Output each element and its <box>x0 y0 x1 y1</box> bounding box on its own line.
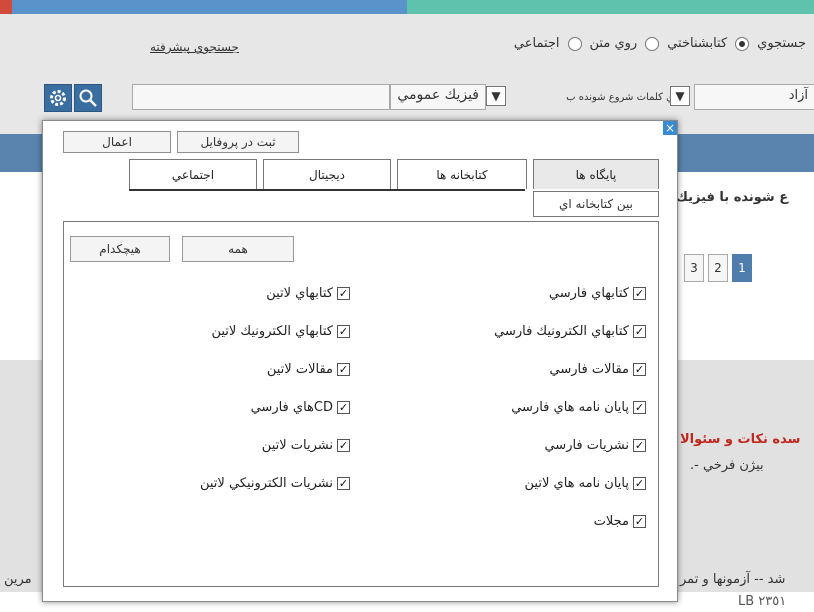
checkbox-checked[interactable]: ✓ <box>633 401 646 414</box>
checkbox-checked[interactable]: ✓ <box>633 477 646 490</box>
free-search-field[interactable]: آزاد <box>694 84 814 110</box>
tab-rail <box>129 189 525 191</box>
checkbox-item[interactable]: ✓ مقالات فارسي <box>550 362 646 377</box>
checkbox-label: CDهاي فارسي <box>250 400 333 415</box>
tab-databases[interactable]: پايگاه ها <box>533 159 659 189</box>
select-none-button[interactable]: هيچكدام <box>70 236 170 262</box>
checkbox-label: كتابهاي الكترونيك فارسي <box>494 324 629 339</box>
checkbox-label: مجلات <box>593 514 629 529</box>
radio-fulltext[interactable] <box>645 36 660 51</box>
checkbox-checked[interactable]: ✓ <box>633 363 646 376</box>
search-icon <box>79 89 97 107</box>
checkbox-item[interactable]: ✓ نشريات لاتين <box>262 438 350 453</box>
tab-libraries[interactable]: كتابخانه ها <box>397 159 527 189</box>
checkbox-label: پايان نامه هاي لاتين <box>524 476 629 491</box>
top-strip-blue <box>0 0 407 14</box>
database-list-panel: هيچكدام همه ✓ كتابهاي فارسي ✓ كتابهاي ال… <box>63 221 659 587</box>
checkbox-label: كتابهاي فارسي <box>548 286 629 301</box>
checkbox-item[interactable]: ✓ CDهاي فارسي <box>251 400 350 415</box>
checkbox-checked[interactable]: ✓ <box>337 363 350 376</box>
checkbox-item[interactable]: ✓ نشريات فارسي <box>544 438 646 453</box>
chevron-down-icon: ▼ <box>491 89 501 103</box>
apply-button[interactable]: اعمال <box>63 131 171 153</box>
checkbox-item[interactable]: ✓ كتابهاي الكترونيك لاتين <box>211 324 350 339</box>
result-subject-fragment-left: مرين <box>4 572 32 587</box>
search-type-radios: جستجوي كتابشناختي روي متن اجتماعي <box>514 36 806 51</box>
call-number: LB ٢٣٥١ <box>738 594 787 609</box>
checkbox-checked[interactable]: ✓ <box>633 439 646 452</box>
save-to-profile-button[interactable]: ثبت در پروفايل <box>177 131 299 153</box>
query-input[interactable] <box>132 84 390 110</box>
radio-bibliographic[interactable] <box>735 36 750 51</box>
corner-accent <box>0 0 12 14</box>
checkbox-item[interactable]: ✓ پايان نامه هاي فارسي <box>511 400 646 415</box>
checkbox-item[interactable]: ✓ كتابهاي لاتين <box>266 286 350 301</box>
checkbox-item[interactable]: ✓ كتابهاي الكترونيك فارسي <box>494 324 646 339</box>
checkbox-item[interactable]: ✓ مقالات لاتين <box>267 362 350 377</box>
page-3[interactable]: 3 <box>684 254 704 282</box>
page-1[interactable]: 1 <box>732 254 752 282</box>
radio-fulltext-label: روي متن <box>589 36 638 51</box>
checkbox-checked[interactable]: ✓ <box>633 325 646 338</box>
settings-button[interactable] <box>44 84 72 112</box>
term-input[interactable]: فيزيك عمومي <box>390 84 486 110</box>
checkbox-label: نشريات فارسي <box>544 438 629 453</box>
checkbox-checked[interactable]: ✓ <box>337 287 350 300</box>
result-author-fragment: بيژن فرخي -. <box>690 458 764 473</box>
checkbox-item[interactable]: ✓ كتابهاي فارسي <box>549 286 646 301</box>
top-strip-green <box>407 0 814 14</box>
search-field-row: فيزيك عمومي ▼ حاوي كلمات شروع شونده ب ▼ … <box>44 84 814 112</box>
gear-icon <box>50 90 66 106</box>
close-icon[interactable]: × <box>663 121 677 135</box>
tab-digital[interactable]: ديجيتال <box>263 159 391 189</box>
select-all-button[interactable]: همه <box>182 236 294 262</box>
mode-dropdown-button[interactable]: ▼ <box>486 86 506 106</box>
checkbox-item[interactable]: ✓ مجلات <box>594 514 646 529</box>
result-title-fragment: سده نكات و سئوالا <box>680 432 801 447</box>
checkbox-checked[interactable]: ✓ <box>337 401 350 414</box>
filter-dialog: × اعمال ثبت در پروفايل اجتماعي ديجيتال ك… <box>42 120 678 602</box>
radio-bibliographic-label: كتابشناختي <box>667 36 728 51</box>
page-2[interactable]: 2 <box>708 254 728 282</box>
tab-interlibrary[interactable]: بين كتابخانه اي <box>533 191 659 217</box>
radio-social-label: اجتماعي <box>513 36 560 51</box>
mode-select[interactable]: حاوي كلمات شروع شونده ب <box>506 86 688 108</box>
checkbox-checked[interactable]: ✓ <box>337 439 350 452</box>
tab-social[interactable]: اجتماعي <box>129 159 257 189</box>
chevron-down-icon: ▼ <box>675 89 685 103</box>
advanced-search-link[interactable]: جستجوي پيشرفته <box>150 40 239 54</box>
checkbox-label: نشريات الكترونيكي لاتين <box>199 476 333 491</box>
result-subject-fragment: شد -- آزمونها و تمر <box>680 572 786 587</box>
checkbox-checked[interactable]: ✓ <box>633 287 646 300</box>
checkbox-checked[interactable]: ✓ <box>337 325 350 338</box>
checkbox-item[interactable]: ✓ نشريات الكترونيكي لاتين <box>200 476 350 491</box>
checkbox-label: مقالات لاتين <box>266 362 333 377</box>
checkbox-label: كتابهاي الكترونيك لاتين <box>211 324 333 339</box>
checkbox-label: پايان نامه هاي فارسي <box>511 400 629 415</box>
pagination: 3 2 1 <box>684 254 752 282</box>
checkbox-label: نشريات لاتين <box>261 438 333 453</box>
field-dropdown-button[interactable]: ▼ <box>670 86 690 106</box>
checkbox-item[interactable]: ✓ پايان نامه هاي لاتين <box>525 476 646 491</box>
checkbox-label: كتابهاي لاتين <box>266 286 333 301</box>
radio-social[interactable] <box>567 36 582 51</box>
checkbox-checked[interactable]: ✓ <box>633 515 646 528</box>
checkbox-label: مقالات فارسي <box>549 362 629 377</box>
search-bar <box>0 14 814 134</box>
checkbox-checked[interactable]: ✓ <box>337 477 350 490</box>
top-color-strip <box>0 0 814 14</box>
search-label: جستجوي <box>757 36 806 51</box>
results-found-text: ع شونده با فيزيك <box>676 190 789 205</box>
search-button[interactable] <box>74 84 102 112</box>
